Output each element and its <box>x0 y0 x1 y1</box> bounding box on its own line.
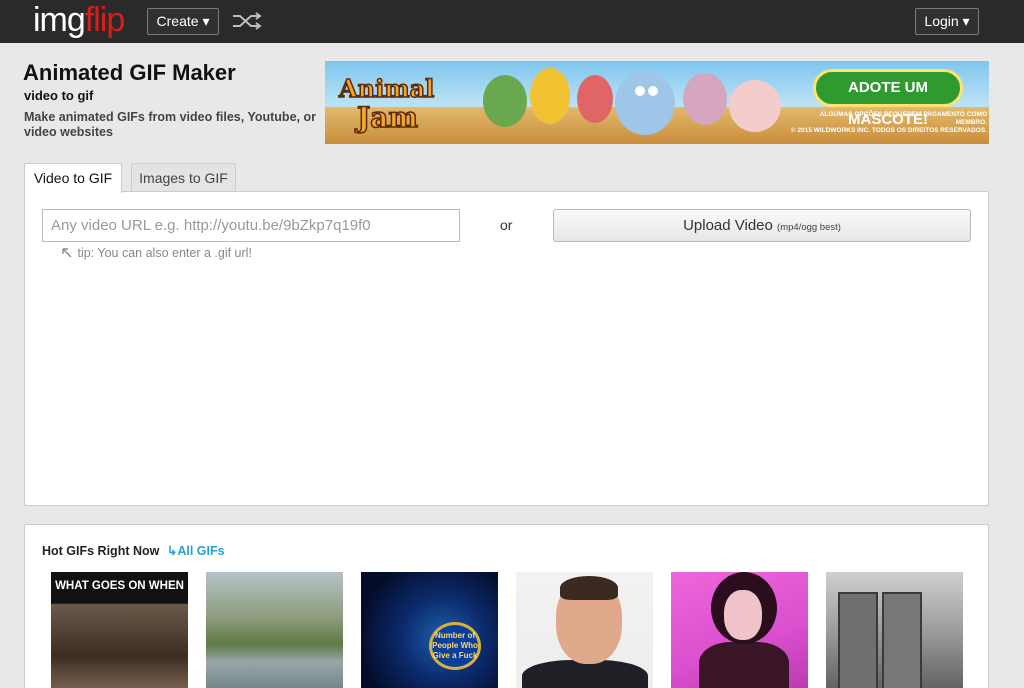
animal-jam-logo: Animal Jam <box>337 73 435 135</box>
shuffle-icon[interactable] <box>231 11 263 31</box>
upload-video-hint: (mp4/ogg best) <box>777 222 841 233</box>
video-to-gif-panel: or Upload Video (mp4/ogg best) tip: You … <box>24 191 989 506</box>
video-url-input[interactable] <box>42 209 460 242</box>
upload-video-button[interactable]: Upload Video (mp4/ogg best) <box>553 209 971 242</box>
gif-url-tip: tip: You can also enter a .gif url! <box>60 245 252 260</box>
gif-thumbnail-2[interactable] <box>206 572 343 688</box>
tab-images-to-gif[interactable]: Images to GIF <box>131 163 236 192</box>
svg-text:Jam: Jam <box>354 101 418 134</box>
gif-url-tip-text: tip: You can also enter a .gif url! <box>77 246 252 260</box>
page-subtitle: video to gif <box>24 88 94 103</box>
person-body-shape <box>699 642 789 688</box>
gif-thumbnail-1-caption: WHAT GOES ON WHEN <box>55 580 184 592</box>
logo-text-img: img <box>33 1 86 39</box>
all-gifs-link[interactable]: ↳All GIFs <box>167 544 225 558</box>
ad-fine-print-line-2: © 2015 WILDWORKS INC. TODOS OS DIREITOS … <box>790 127 987 134</box>
gif-thumbnail-1[interactable]: WHAT GOES ON WHEN <box>51 572 188 688</box>
gif-thumbnail-4[interactable] <box>516 572 653 688</box>
upload-video-label: Upload Video <box>683 217 773 234</box>
link-arrow-icon: ↳ <box>166 544 178 558</box>
ad-cartoon-animals-image <box>483 68 781 135</box>
hot-gifs-heading: Hot GIFs Right Now ↳All GIFs <box>42 543 225 558</box>
gif-thumbnail-6[interactable] <box>826 572 963 688</box>
gif-thumbnail-3[interactable]: Number of People Who Give a Fuck <box>361 572 498 688</box>
imgflip-logo[interactable]: imgflip <box>33 0 125 40</box>
login-button[interactable]: Login ▾ <box>915 8 979 35</box>
svg-text:Animal: Animal <box>338 74 434 103</box>
hot-gifs-title: Hot GIFs Right Now <box>42 544 160 558</box>
all-gifs-link-label: All GIFs <box>177 544 225 558</box>
create-menu-button[interactable]: Create ▾ <box>147 8 219 35</box>
gif-thumbnail-3-caption: Number of People Who Give a Fuck <box>429 622 481 670</box>
page-title: Animated GIF Maker <box>23 60 236 85</box>
animal-jam-ad-banner[interactable]: Animal Jam ADOTE UM MASCOTE! ALGUMAS OPÇ… <box>325 61 989 144</box>
hot-gifs-panel: Hot GIFs Right Now ↳All GIFs WHAT GOES O… <box>24 524 989 688</box>
person-hair-shape <box>560 576 618 600</box>
logo-text-flip: flip <box>84 1 125 39</box>
page-description: Make animated GIFs from video files, You… <box>24 110 316 139</box>
person-body-shape <box>522 660 648 688</box>
tab-video-to-gif[interactable]: Video to GIF <box>24 163 122 193</box>
ad-fine-print-line-1: ALGUMAS OPÇÕES REQUEREM PAGAMENTO COMO M… <box>819 111 987 126</box>
ad-fine-print: ALGUMAS OPÇÕES REQUEREM PAGAMENTO COMO M… <box>787 111 987 135</box>
or-separator: or <box>500 217 513 233</box>
train-door-shape <box>882 592 922 688</box>
adopt-mascot-cta-button[interactable]: ADOTE UM MASCOTE! <box>813 69 963 128</box>
gif-thumbnail-5[interactable] <box>671 572 808 688</box>
arrow-up-left-icon <box>62 248 72 258</box>
top-nav-bar: imgflip Create ▾ Login ▾ <box>0 0 1024 43</box>
person-face-shape <box>724 590 762 640</box>
train-door-shape <box>838 592 878 688</box>
